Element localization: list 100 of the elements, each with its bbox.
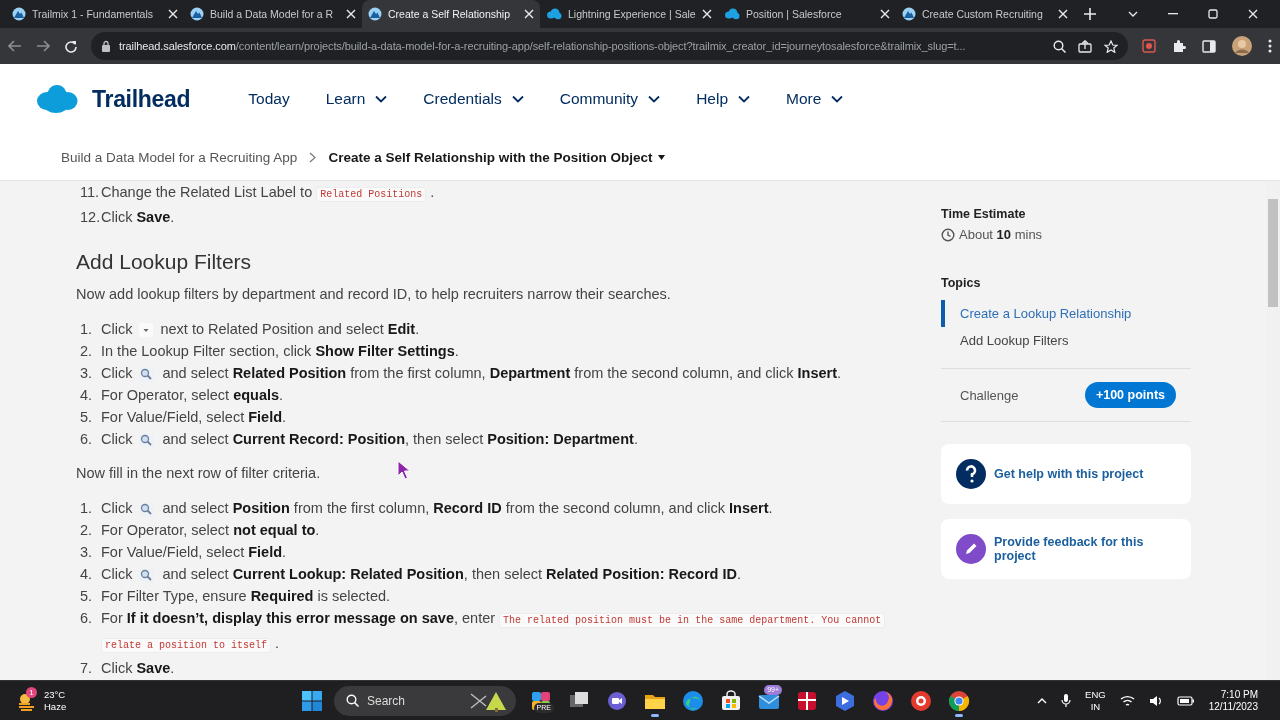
browser-tab[interactable]: Create a Self Relationship: [362, 0, 540, 28]
microphone-icon[interactable]: [1061, 693, 1072, 708]
nav-link[interactable]: Today: [248, 90, 290, 108]
chevron-up-icon[interactable]: [1037, 697, 1048, 704]
step-text: and select Position from the first column, Record ID from the second column, and click Insert.: [162, 500, 773, 516]
step-number: 11.: [79, 183, 101, 202]
language-code[interactable]: ENG: [1085, 688, 1106, 701]
step-text: .: [430, 184, 435, 200]
code-snippet: The related position must be in the same department. You cannot: [499, 613, 886, 628]
cloud-icon: [546, 8, 562, 20]
cloud-logo-icon[interactable]: [36, 84, 78, 114]
step-text: For Operator, select not equal to.: [101, 522, 320, 538]
reload-icon[interactable]: [64, 39, 77, 53]
points-badge: +100 points: [1084, 382, 1176, 408]
browser-tab[interactable]: Create Custom Recruiting: [896, 0, 1074, 28]
step-number: 5.: [79, 587, 94, 606]
url-text: trailhead.salesforce.com/content/learn/projects/build-a-data-model-for-a-recruiting-app/self-relationship-positions-object?trailmix_creator_id=journeytosalesforce&trailmix_slug=t...: [119, 40, 966, 52]
new-tab-icon[interactable]: [1084, 8, 1096, 20]
lock-icon: [101, 40, 111, 52]
step-text: Click: [101, 321, 133, 337]
step-number: 4.: [79, 565, 94, 584]
nav-link[interactable]: Credentials: [423, 90, 524, 108]
section-heading: Add Lookup Filters: [76, 249, 252, 275]
chevron-right-icon: [309, 151, 317, 163]
step-text: Click: [101, 500, 133, 516]
step-text: For Operator, select equals.: [101, 387, 284, 403]
close-icon[interactable]: [346, 9, 356, 19]
topic-link[interactable]: Create a Lookup Relationship: [941, 300, 1191, 327]
step-number: 6.: [79, 609, 94, 628]
record-icon[interactable]: [1142, 39, 1156, 53]
logo-text[interactable]: Trailhead: [92, 85, 191, 113]
search-bar[interactable]: Search: [334, 685, 516, 716]
cursor-icon: [397, 460, 411, 480]
share-icon[interactable]: [1078, 39, 1092, 53]
close-icon[interactable]: [1248, 9, 1258, 19]
breadcrumb-link[interactable]: Build a Data Model for a Recruiting App: [61, 149, 298, 165]
side-panel-icon[interactable]: [1202, 39, 1216, 53]
close-icon[interactable]: [1058, 9, 1068, 19]
minimize-icon[interactable]: [1168, 13, 1178, 15]
star-icon[interactable]: [1104, 39, 1118, 53]
battery-icon[interactable]: [1176, 695, 1195, 706]
breadcrumb-link[interactable]: Create a Self Relationship with the Position Object: [328, 149, 666, 165]
browser-tab[interactable]: Position | Salesforce: [718, 0, 896, 28]
shopping-bag-icon: [719, 688, 743, 713]
back-icon[interactable]: [8, 40, 22, 52]
step-text: Click: [101, 431, 133, 447]
nav-link[interactable]: More: [786, 90, 844, 108]
code-snippet: Related Positions: [316, 187, 427, 202]
ring-app-icon: [909, 688, 933, 713]
mountain-icon: [368, 7, 382, 21]
step-text: For If it doesn’t, display this error message on save, enter: [101, 610, 496, 626]
step-text: .: [275, 635, 280, 651]
help-card[interactable]: Provide feedback for this project: [941, 519, 1191, 579]
wifi-icon[interactable]: [1119, 694, 1135, 707]
extensions-icon[interactable]: [1172, 39, 1186, 53]
weather-condition: Haze: [44, 700, 67, 713]
zoom-icon[interactable]: [1053, 39, 1066, 53]
nav-link[interactable]: Community: [559, 90, 661, 108]
browser-tab[interactable]: Trailmix 1 - Fundamentals: [6, 0, 184, 28]
step-number: 3.: [79, 364, 94, 383]
step-text: For Value/Field, select Field.: [101, 409, 287, 425]
dropdown-caret-icon: [139, 323, 154, 338]
clock-date[interactable]: 12/11/2023: [1208, 700, 1258, 713]
close-icon[interactable]: [524, 9, 534, 19]
step-text: For Filter Type, ensure Required is selected.: [101, 588, 391, 604]
topic-link[interactable]: Add Lookup Filters: [941, 327, 1191, 354]
clock-time[interactable]: 7:10 PM: [1220, 688, 1258, 701]
nav-link[interactable]: Learn: [325, 90, 388, 108]
volume-icon[interactable]: [1148, 694, 1163, 707]
step-text: and select Related Position from the first column, Department from the second column, and click Insert.: [162, 365, 842, 381]
close-icon[interactable]: [702, 9, 712, 19]
chevron-down-icon: [511, 95, 524, 103]
region-code[interactable]: IN: [1090, 700, 1101, 713]
step-text: For Value/Field, select Field.: [101, 544, 287, 560]
step-text: In the Lookup Filter section, click Show Filter Settings.: [101, 343, 459, 359]
avatar-icon[interactable]: [1232, 36, 1252, 56]
close-icon[interactable]: [880, 9, 890, 19]
close-icon[interactable]: [168, 9, 178, 19]
browser-tab[interactable]: Lightning Experience | Sale: [540, 0, 718, 28]
chevron-down-icon[interactable]: [1128, 11, 1138, 17]
start-icon[interactable]: [302, 690, 322, 711]
address-bar[interactable]: trailhead.salesforce.com/content/learn/projects/build-a-data-model-for-a-recruiting-app/self-relationship-positions-object?trailmix_creator_id=journeytosalesforce&trailmix_slug=t...: [91, 32, 1128, 60]
menu-icon[interactable]: [1268, 39, 1272, 53]
step-text: and select Current Record: Position, then select Position: Department.: [162, 431, 638, 447]
forward-icon[interactable]: [36, 40, 50, 52]
help-card[interactable]: Get help with this project: [941, 444, 1191, 504]
step-number: 7.: [79, 659, 94, 678]
step-number: 2.: [79, 521, 94, 540]
paragraph: Now fill in the next row of filter criteria.: [76, 464, 321, 483]
step-text: Click: [101, 365, 133, 381]
step-text: Click: [101, 566, 133, 582]
maximize-icon[interactable]: [1208, 9, 1218, 19]
step-number: 3.: [79, 543, 94, 562]
swirl-icon: [681, 688, 705, 713]
hexagon-play-icon: [833, 688, 857, 713]
step-number: 5.: [79, 408, 94, 427]
chevron-down-icon: [831, 95, 844, 103]
fox-globe-icon: [871, 688, 895, 713]
nav-link[interactable]: Help: [696, 90, 750, 108]
browser-tab[interactable]: Build a Data Model for a R: [184, 0, 362, 28]
